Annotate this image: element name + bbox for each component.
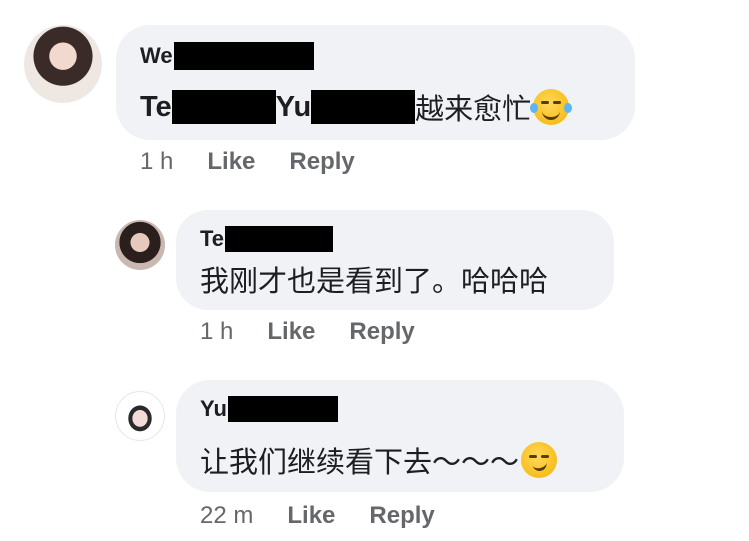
comment-text: 我刚才也是看到了。哈哈哈 xyxy=(200,266,549,298)
author-name-visible[interactable]: Te xyxy=(200,226,224,252)
redaction-block xyxy=(173,42,314,70)
comment-text-suffix: 越来愈忙 xyxy=(415,94,532,126)
comment-time[interactable]: 1 h xyxy=(200,318,233,346)
like-button[interactable]: Like xyxy=(267,318,315,346)
comment-meta: 22 m Like Reply xyxy=(200,502,435,530)
redaction-block xyxy=(311,90,416,124)
comment-meta: 1 h Like Reply xyxy=(140,148,355,176)
comment-meta: 1 h Like Reply xyxy=(200,318,415,346)
reply-button[interactable]: Reply xyxy=(369,502,434,530)
comment-author[interactable]: Yu xyxy=(200,396,338,422)
author-name-visible[interactable]: We xyxy=(140,43,173,69)
reply-button[interactable]: Reply xyxy=(349,318,414,346)
mention-mid[interactable]: Yu xyxy=(276,91,311,124)
comment-text-body: 让我们继续看下去～～～ xyxy=(200,447,520,479)
comment-text: 让我们继续看下去～～～ xyxy=(200,439,558,481)
comment-time[interactable]: 1 h xyxy=(140,148,173,176)
avatar[interactable] xyxy=(115,391,165,441)
comment-time[interactable]: 22 m xyxy=(200,502,253,530)
mention-prefix[interactable]: Te xyxy=(140,91,172,124)
redaction-block xyxy=(227,396,338,422)
like-button[interactable]: Like xyxy=(207,148,255,176)
author-name-visible[interactable]: Yu xyxy=(200,396,227,422)
redaction-block xyxy=(225,226,334,252)
comment-author[interactable]: Te xyxy=(200,226,334,252)
redaction-block xyxy=(171,90,276,124)
comment-author[interactable]: We xyxy=(140,42,314,70)
smirk-emoji-icon xyxy=(521,442,558,478)
like-button[interactable]: Like xyxy=(287,502,335,530)
reply-button[interactable]: Reply xyxy=(289,148,354,176)
avatar[interactable] xyxy=(24,25,102,103)
comment-text: Te Yu 越来愈忙 xyxy=(140,86,573,128)
avatar[interactable] xyxy=(115,220,165,270)
laughing-tears-emoji-icon xyxy=(530,89,573,125)
